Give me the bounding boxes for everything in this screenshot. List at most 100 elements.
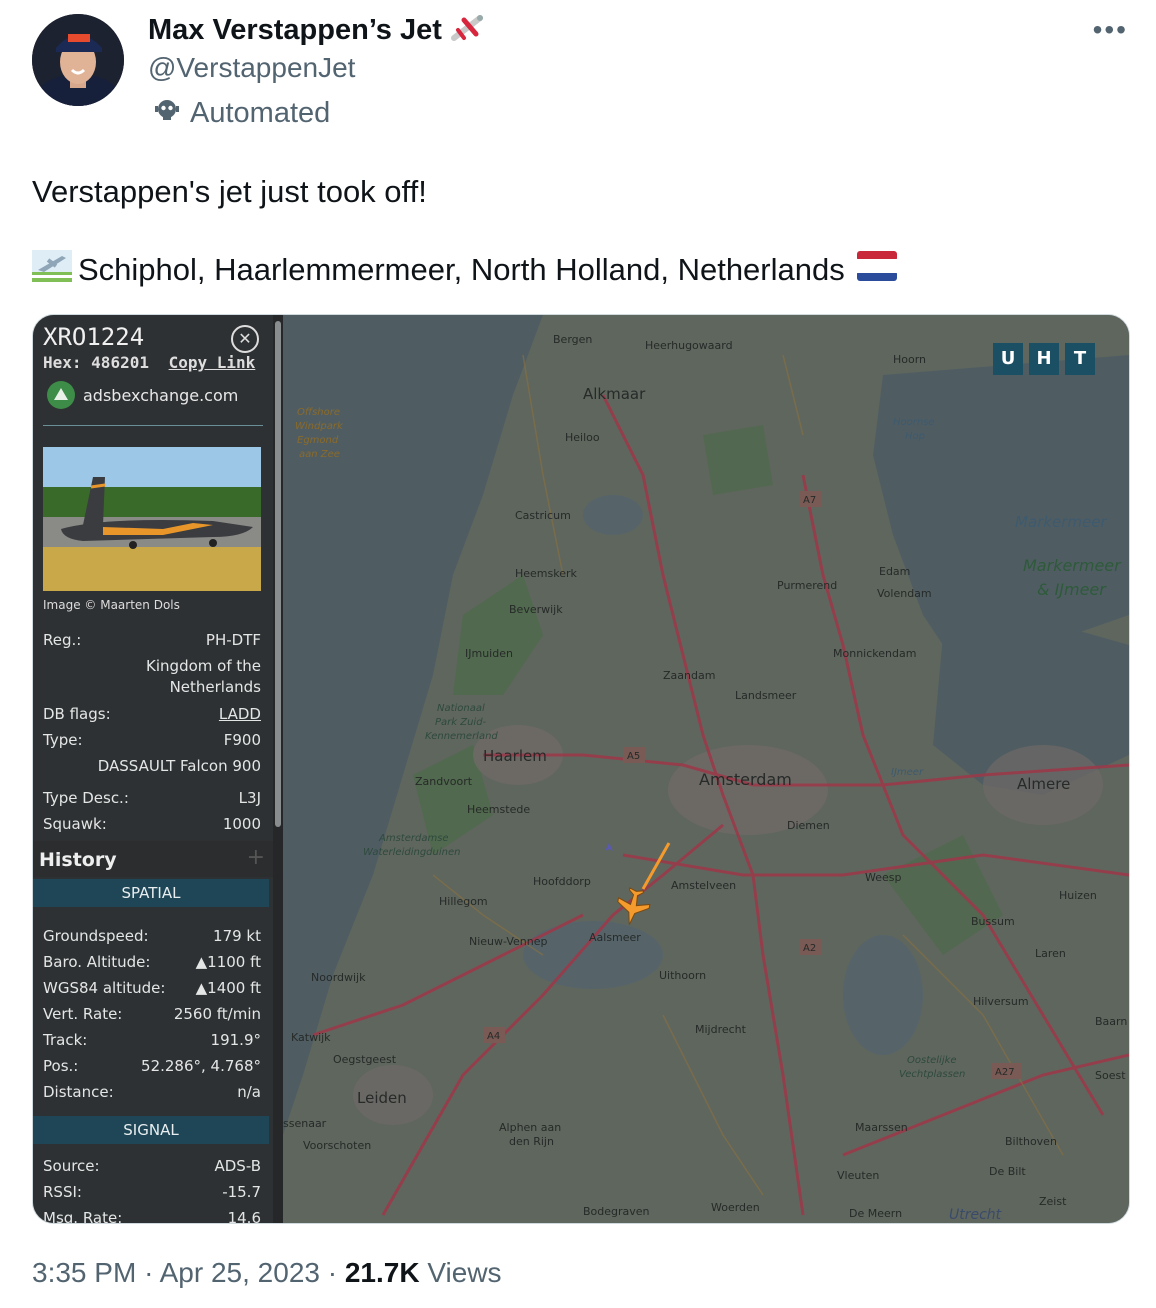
- road-label-a2: A2: [803, 943, 816, 954]
- reg-label: Reg.:: [43, 631, 82, 649]
- map-label-laren: Laren: [1035, 947, 1066, 960]
- groundspeed-label: Groundspeed:: [43, 927, 149, 945]
- map-label-ov-2: Vechtplassen: [899, 1069, 965, 1080]
- reg-value: PH-DTF: [205, 631, 261, 649]
- map-label-ijmuiden: IJmuiden: [465, 647, 513, 660]
- copy-link[interactable]: Copy Link: [169, 353, 256, 372]
- spatial-section-header[interactable]: SPATIAL: [33, 879, 269, 907]
- map-label-offshore-4: aan Zee: [299, 449, 340, 460]
- park: [703, 425, 773, 495]
- flight-map[interactable]: Bergen Heerhugowaard Hoorn Alkmaar Heilo…: [283, 315, 1129, 1223]
- close-icon[interactable]: ✕: [231, 325, 259, 353]
- map-label-heemskerk: Heemskerk: [515, 567, 578, 580]
- distance-row: Distance: n/a: [43, 1083, 261, 1101]
- map-label-uithoorn: Uithoorn: [659, 969, 706, 982]
- views-label: Views: [427, 1257, 502, 1288]
- map-label-alphen-2: den Rijn: [509, 1135, 554, 1148]
- map-label-amsterdam: Amsterdam: [699, 770, 792, 789]
- map-label-voorschoten: Voorschoten: [303, 1139, 371, 1152]
- map-button-u[interactable]: U: [993, 343, 1023, 375]
- wgs84-altitude-label: WGS84 altitude:: [43, 979, 166, 997]
- map-label-utrecht: Utrecht: [949, 1207, 1002, 1223]
- map-button-t[interactable]: T: [1065, 343, 1095, 375]
- map-label-bergen: Bergen: [553, 333, 592, 346]
- map-label-zeist: Zeist: [1039, 1195, 1067, 1208]
- more-icon[interactable]: •••: [1093, 14, 1128, 46]
- automated-label: Automated: [190, 97, 331, 129]
- road-label-a4: A4: [487, 1031, 500, 1042]
- aircraft-photo: [43, 447, 261, 591]
- airport-emoji-icon: [32, 250, 72, 290]
- adsb-link[interactable]: adsbexchange.com: [47, 381, 238, 409]
- wgs84-altitude-value: ▲1400 ft: [195, 979, 261, 997]
- lake: [843, 935, 923, 1055]
- road-label-a7: A7: [803, 495, 816, 506]
- map-label-noordwijk: Noordwijk: [311, 971, 366, 984]
- baro-altitude-row: Baro. Altitude: ▲1100 ft: [43, 953, 261, 971]
- map-label-heerhugowaard: Heerhugowaard: [645, 339, 733, 352]
- history-header[interactable]: History +: [33, 841, 273, 877]
- map-label-castricum: Castricum: [515, 509, 571, 522]
- tweet-time[interactable]: 3:35 PM: [32, 1257, 136, 1288]
- map-label-vleuten: Vleuten: [837, 1169, 879, 1182]
- author-row: Max Verstappen’s Jet: [148, 12, 488, 49]
- map-label-np-1: Nationaal: [437, 703, 485, 714]
- separator: ·: [327, 1257, 338, 1288]
- tweet-media-screenshot[interactable]: XRO1224 ✕ Hex: 486201 Copy Link adsbexch…: [32, 314, 1130, 1224]
- author-name[interactable]: Max Verstappen’s Jet: [148, 14, 442, 47]
- map-label-offshore-2: Windpark: [295, 421, 344, 432]
- msg-rate-label: Msg. Rate:: [43, 1209, 123, 1224]
- baro-altitude-label: Baro. Altitude:: [43, 953, 151, 971]
- type-full: DASSAULT Falcon 900: [97, 757, 261, 775]
- map-label-markermeer-ijmeer-2: & IJmeer: [1037, 580, 1107, 599]
- map-label-hoofddorp: Hoofddorp: [533, 875, 591, 888]
- map-label-weesp: Weesp: [865, 871, 901, 884]
- tweet-text: Verstappen's jet just took off!: [32, 174, 427, 209]
- tweet-location-text: Schiphol, Haarlemmermeer, North Holland,…: [78, 252, 845, 287]
- map-label-awd-2: Waterleidingduinen: [363, 847, 460, 858]
- divider: [43, 425, 263, 426]
- map-label-markermeer: Markermeer: [1015, 513, 1107, 531]
- panel-scrollbar-thumb[interactable]: [275, 321, 281, 827]
- distance-label: Distance:: [43, 1083, 114, 1101]
- map-label-offshore-1: Offshore: [297, 407, 340, 418]
- map-label-mijdrecht: Mijdrecht: [695, 1023, 747, 1036]
- map-label-monnickendam: Monnickendam: [833, 647, 916, 660]
- adsb-site: adsbexchange.com: [83, 385, 239, 405]
- map-label-diemen: Diemen: [787, 819, 830, 832]
- map-label-huizen: Huizen: [1059, 889, 1097, 902]
- vert-rate-label: Vert. Rate:: [43, 1005, 123, 1023]
- vert-rate-value: 2560 ft/min: [173, 1005, 261, 1023]
- aircraft-info-panel: XRO1224 ✕ Hex: 486201 Copy Link adsbexch…: [33, 315, 273, 1223]
- map-label-alphen: Alphen aan: [499, 1121, 561, 1134]
- map-label-amstelveen: Amstelveen: [671, 879, 736, 892]
- airplane-emoji-icon: [450, 12, 488, 49]
- map-label-almere: Almere: [1017, 775, 1070, 793]
- map-label-haarlem: Haarlem: [483, 747, 547, 765]
- map-label-katwijk: Katwijk: [291, 1031, 331, 1044]
- rssi-value: -15.7: [222, 1183, 261, 1201]
- tweet-date[interactable]: Apr 25, 2023: [160, 1257, 320, 1288]
- msg-rate-value: 14.6: [227, 1209, 261, 1224]
- avatar[interactable]: [32, 14, 124, 106]
- map-label-bodegraven: Bodegraven: [583, 1205, 650, 1218]
- distance-value: n/a: [237, 1083, 261, 1101]
- map-button-h[interactable]: H: [1029, 343, 1059, 375]
- map-label-purmerend: Purmerend: [777, 579, 837, 592]
- history-expand-icon[interactable]: +: [247, 845, 265, 870]
- map-label-maarssen: Maarssen: [855, 1121, 908, 1134]
- map-label-ijmeer: IJmeer: [891, 767, 924, 778]
- db-flags-value[interactable]: LADD: [219, 705, 261, 723]
- tweet-meta: 3:35 PM · Apr 25, 2023 · 21.7K Views: [32, 1257, 502, 1289]
- map-label-hoorn: Hoorn: [893, 353, 926, 366]
- signal-section-header[interactable]: SIGNAL: [33, 1116, 269, 1144]
- type-desc-label: Type Desc.:: [43, 789, 129, 807]
- source-row: Source: ADS-B: [43, 1157, 261, 1175]
- type-value: F900: [223, 731, 261, 749]
- type-label: Type:: [43, 731, 83, 749]
- squawk-label: Squawk:: [43, 815, 107, 833]
- author-handle[interactable]: @VerstappenJet: [148, 52, 355, 84]
- pos-row: Pos.: 52.286°, 4.768°: [43, 1057, 261, 1075]
- squawk-row: Squawk: 1000: [43, 815, 261, 833]
- map-label-bilthoven: Bilthoven: [1005, 1135, 1057, 1148]
